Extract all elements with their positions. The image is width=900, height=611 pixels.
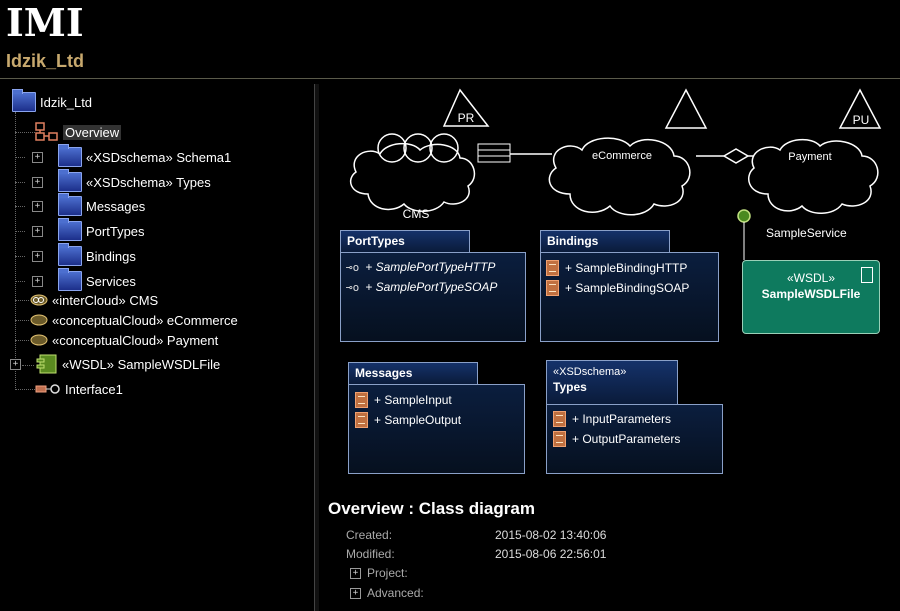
wsdl-component[interactable]: «WSDL» SampleWSDLFile	[742, 260, 880, 334]
tree-item-ecommerce[interactable]: «conceptualCloud» eCommerce	[30, 310, 238, 330]
expand-icon[interactable]: +	[32, 201, 43, 212]
expand-icon[interactable]: +	[10, 359, 21, 370]
modified-value: 2015-08-06 22:56:01	[495, 547, 607, 561]
class-icon	[355, 412, 368, 428]
diagram-view[interactable]: PR CMS eCommerce PU Payment SampleServic…	[320, 84, 900, 611]
package-icon	[12, 89, 36, 112]
tree-item-schema1[interactable]: «XSDschema» Schema1	[58, 144, 232, 167]
project-section[interactable]: + Project:	[350, 566, 408, 580]
tree-item-wsdl[interactable]: «WSDL» SampleWSDLFile	[36, 354, 220, 374]
tree-item-porttypes[interactable]: PortTypes	[58, 218, 145, 241]
expand-icon[interactable]: +	[32, 177, 43, 188]
tree-item-label: «conceptualCloud» eCommerce	[52, 312, 238, 328]
type-row[interactable]: + InputParameters	[553, 411, 671, 427]
tree-item-payment[interactable]: «conceptualCloud» Payment	[30, 330, 218, 350]
svg-text:Payment: Payment	[788, 151, 831, 163]
cms-cloud[interactable]: PR CMS	[349, 88, 490, 221]
pane-splitter[interactable]	[314, 84, 319, 611]
tree-item-label: «interCloud» CMS	[52, 292, 159, 308]
created-label: Created:	[346, 528, 393, 542]
expand-icon[interactable]: +	[32, 251, 43, 262]
class-icon	[546, 260, 559, 276]
bindings-tab[interactable]: Bindings	[540, 230, 670, 252]
tree-item-label: «conceptualCloud» Payment	[52, 332, 219, 348]
interface-icon: ⊸o	[346, 260, 360, 274]
payment-cloud[interactable]: PU Payment	[748, 88, 882, 214]
tree-item-interface1[interactable]: Interface1	[35, 379, 123, 399]
tree-item-label: «XSDschema» Schema1	[86, 149, 232, 165]
port-icon[interactable]	[737, 209, 751, 223]
tree-item-label: Messages	[86, 198, 146, 214]
tree-item-messages[interactable]: Messages	[58, 193, 146, 216]
component-icon	[36, 354, 57, 374]
package-icon	[58, 169, 82, 192]
package-icon	[58, 193, 82, 216]
message-row[interactable]: + SampleInput	[355, 392, 452, 408]
tree-item-overview[interactable]: Overview	[35, 122, 122, 142]
tree-item-label: PortTypes	[86, 223, 145, 239]
class-icon	[553, 411, 566, 427]
tree-item-label: Bindings	[86, 248, 136, 264]
created-value: 2015-08-02 13:40:06	[495, 528, 607, 542]
expand-icon[interactable]: +	[350, 568, 361, 580]
cloud-icon	[30, 314, 48, 326]
app-header: IMI Idzik_Ltd	[0, 0, 900, 79]
types-tab[interactable]: «XSDschema» Types	[546, 360, 678, 404]
expand-icon[interactable]: +	[32, 152, 43, 163]
package-icon	[58, 243, 82, 266]
package-icon	[58, 144, 82, 167]
porttypes-tab[interactable]: PortTypes	[340, 230, 470, 252]
advanced-section[interactable]: + Advanced:	[350, 586, 424, 600]
intercloud-icon	[30, 294, 48, 306]
tree-item-label: Interface1	[65, 381, 123, 397]
svg-text:IMI: IMI	[6, 2, 84, 42]
svg-text:CMS: CMS	[403, 207, 430, 221]
expand-icon[interactable]: +	[350, 588, 361, 600]
message-row[interactable]: + SampleOutput	[355, 412, 461, 428]
tree-item-label: «XSDschema» Types	[86, 174, 211, 190]
class-icon	[355, 392, 368, 408]
tree-root[interactable]: Idzik_Ltd	[12, 89, 93, 112]
tree-item-label: Overview	[63, 124, 122, 140]
tree-item-services[interactable]: Services	[58, 268, 136, 291]
ecommerce-cloud[interactable]: eCommerce	[548, 88, 708, 216]
sample-service-label: SampleService	[766, 226, 847, 240]
imi-logo-icon: IMI	[6, 2, 84, 42]
overview-title: Overview : Class diagram	[328, 499, 535, 518]
tree-item-label: «WSDL» SampleWSDLFile	[62, 356, 221, 372]
tree-item-bindings[interactable]: Bindings	[58, 243, 136, 266]
svg-text:PU: PU	[853, 113, 870, 127]
expand-icon[interactable]: +	[32, 226, 43, 237]
interface-icon: ⊸o	[346, 280, 360, 294]
interface-icon	[35, 384, 60, 394]
expand-icon[interactable]: +	[32, 276, 43, 287]
type-row[interactable]: + OutputParameters	[553, 431, 680, 447]
binding-row[interactable]: + SampleBindingHTTP	[546, 260, 687, 276]
project-tree[interactable]: Idzik_Ltd Overview + «XSDschema» Schema1…	[0, 84, 315, 611]
tree-item-types[interactable]: «XSDschema» Types	[58, 169, 211, 192]
tree-root-label: Idzik_Ltd	[40, 94, 93, 110]
page-title: Idzik_Ltd	[6, 51, 85, 71]
messages-tab[interactable]: Messages	[348, 362, 478, 384]
package-icon	[58, 268, 82, 291]
modified-label: Modified:	[346, 547, 395, 561]
porttype-row[interactable]: ⊸o + SamplePortTypeHTTP	[346, 260, 495, 274]
class-icon	[553, 431, 566, 447]
porttype-row[interactable]: ⊸o + SamplePortTypeSOAP	[346, 280, 497, 294]
package-icon	[58, 218, 82, 241]
tree-item-cms[interactable]: «interCloud» CMS	[30, 290, 158, 310]
class-diagram-icon	[35, 122, 58, 141]
svg-text:eCommerce: eCommerce	[592, 150, 652, 162]
svg-text:PR: PR	[458, 111, 475, 125]
cloud-icon	[30, 334, 48, 346]
class-icon	[546, 280, 559, 296]
binding-row[interactable]: + SampleBindingSOAP	[546, 280, 689, 296]
tree-item-label: Services	[86, 273, 136, 289]
